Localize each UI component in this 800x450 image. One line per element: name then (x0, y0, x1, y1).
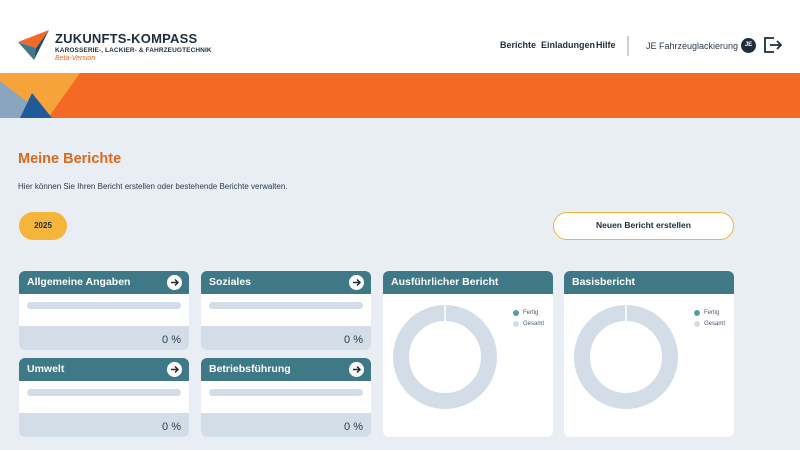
legend-item-done: Fertig (513, 307, 544, 318)
hero-banner (0, 73, 800, 118)
progress-bar (209, 302, 363, 309)
chart-legend: Fertig Gesamt (694, 307, 725, 329)
legend-dot-done (513, 309, 519, 316)
card-header: Allgemeine Angaben (19, 271, 189, 294)
legend-label-total: Gesamt (523, 320, 545, 327)
brand-subtitle: KAROSSERIE-, LACKIER- & FAHRZEUGTECHNIK (55, 47, 212, 54)
donut-chart (393, 305, 497, 409)
card-title: Betriebsführung (209, 363, 291, 375)
company-name[interactable]: JE Fahrzeuglackierung (646, 41, 738, 51)
legend-label-total: Gesamt (704, 320, 726, 327)
brand-title: ZUKUNFTS-KOMPASS (55, 31, 198, 46)
donut-chart (574, 305, 678, 409)
arrow-right-icon[interactable] (349, 275, 364, 290)
legend-dot-total (694, 320, 700, 327)
report-card-betriebsfuehrung[interactable]: Betriebsführung 0 % (201, 358, 371, 437)
card-header: Basisbericht (564, 271, 734, 294)
card-title: Ausführlicher Bericht (391, 276, 499, 288)
card-title: Allgemeine Angaben (27, 276, 131, 288)
chart-card-ausfuehrlicher-bericht[interactable]: Ausführlicher Bericht Fertig Gesamt (383, 271, 553, 437)
report-card-soziales[interactable]: Soziales 0 % (201, 271, 371, 350)
progress-percent: 0 % (162, 421, 181, 433)
progress-bar (209, 389, 363, 396)
progress-percent: 0 % (344, 334, 363, 346)
progress-percent: 0 % (162, 334, 181, 346)
card-header: Ausführlicher Bericht (383, 271, 553, 294)
card-title: Basisbericht (572, 276, 636, 288)
arrow-right-icon[interactable] (349, 362, 364, 377)
progress-bar (27, 302, 181, 309)
logout-icon[interactable] (763, 36, 783, 54)
nav-divider (627, 36, 629, 56)
beta-label: Beta-Version (55, 55, 96, 62)
card-header: Betriebsführung (201, 358, 371, 381)
chart-card-basisbericht[interactable]: Basisbericht Fertig Gesamt (564, 271, 734, 437)
compass-logo-icon (18, 30, 49, 60)
new-report-button[interactable]: Neuen Bericht erstellen (553, 212, 734, 240)
arrow-right-icon[interactable] (167, 362, 182, 377)
donut-ring-total (393, 305, 497, 409)
progress-bar (27, 389, 181, 396)
card-header: Umwelt (19, 358, 189, 381)
progress-percent: 0 % (344, 421, 363, 433)
legend-item-total: Gesamt (694, 318, 725, 329)
nav-berichte[interactable]: Berichte (500, 40, 536, 50)
card-footer: 0 % (201, 413, 371, 437)
arrow-right-icon[interactable] (167, 275, 182, 290)
legend-item-done: Fertig (694, 307, 725, 318)
legend-item-total: Gesamt (513, 318, 544, 329)
report-card-allgemeine-angaben[interactable]: Allgemeine Angaben 0 % (19, 271, 189, 350)
card-footer: 0 % (201, 326, 371, 350)
brand[interactable]: ZUKUNFTS-KOMPASS KAROSSERIE-, LACKIER- &… (55, 32, 212, 63)
card-header: Soziales (201, 271, 371, 294)
card-title: Soziales (209, 276, 252, 288)
app-header: ZUKUNFTS-KOMPASS KAROSSERIE-, LACKIER- &… (0, 0, 800, 73)
page-description: Hier können Sie Ihren Bericht erstellen … (18, 182, 288, 191)
chart-legend: Fertig Gesamt (513, 307, 544, 329)
card-footer: 0 % (19, 326, 189, 350)
user-avatar[interactable]: JE (741, 38, 756, 53)
nav-einladungen[interactable]: Einladungen (541, 40, 595, 50)
page-title: Meine Berichte (18, 151, 122, 167)
legend-dot-done (694, 309, 700, 316)
donut-ring-total (574, 305, 678, 409)
banner-decoration (0, 73, 80, 118)
legend-label-done: Fertig (523, 309, 539, 316)
nav-hilfe[interactable]: Hilfe (596, 40, 616, 50)
year-filter-button[interactable]: 2025 (19, 212, 67, 240)
report-card-umwelt[interactable]: Umwelt 0 % (19, 358, 189, 437)
legend-dot-total (513, 320, 519, 327)
card-title: Umwelt (27, 363, 65, 375)
legend-label-done: Fertig (704, 309, 720, 316)
card-footer: 0 % (19, 413, 189, 437)
